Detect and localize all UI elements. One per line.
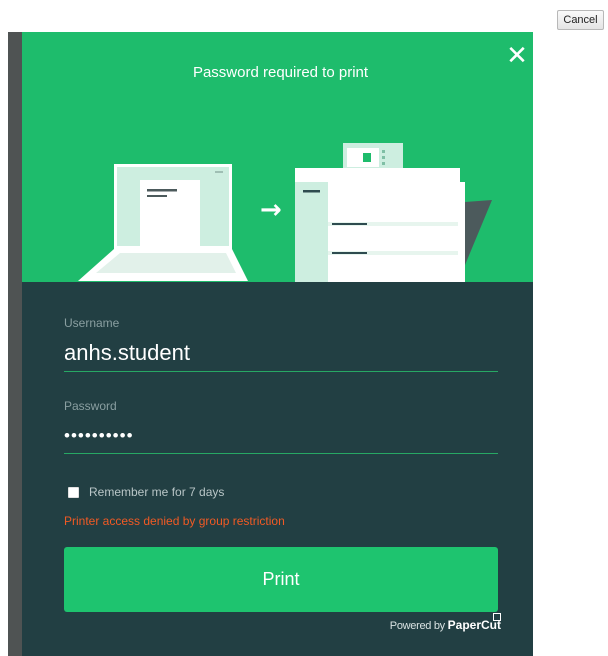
username-field[interactable]	[64, 334, 498, 372]
username-label: Username	[64, 316, 120, 330]
dialog-header: → Password required to print ✕	[22, 32, 533, 282]
laptop-illustration	[78, 164, 248, 281]
window-edge	[8, 32, 22, 656]
cancel-button[interactable]: Cancel	[557, 10, 604, 30]
print-auth-dialog: → Password required to print ✕ Username …	[22, 32, 533, 656]
arrow-icon: →	[260, 195, 282, 225]
dialog-title: Password required to print	[192, 64, 369, 81]
remember-me-checkbox[interactable]: Remember me for 7 days	[68, 484, 224, 500]
login-form: Username Password Remember me for 7 days…	[22, 282, 533, 656]
checkbox-box[interactable]	[68, 486, 79, 498]
powered-by-papercut: Powered by PaperCut	[369, 613, 501, 638]
close-icon[interactable]: ✕	[504, 42, 530, 68]
password-field[interactable]	[64, 418, 498, 454]
printer-illustration	[295, 143, 492, 282]
print-button[interactable]: Print	[64, 547, 498, 612]
remember-me-label: Remember me for 7 days	[89, 485, 225, 499]
error-message: Printer access denied by group restricti…	[64, 514, 285, 528]
powered-by-text: Powered by	[389, 620, 448, 632]
papercut-logo-mark-icon	[493, 613, 501, 621]
password-label: Password	[64, 399, 117, 413]
